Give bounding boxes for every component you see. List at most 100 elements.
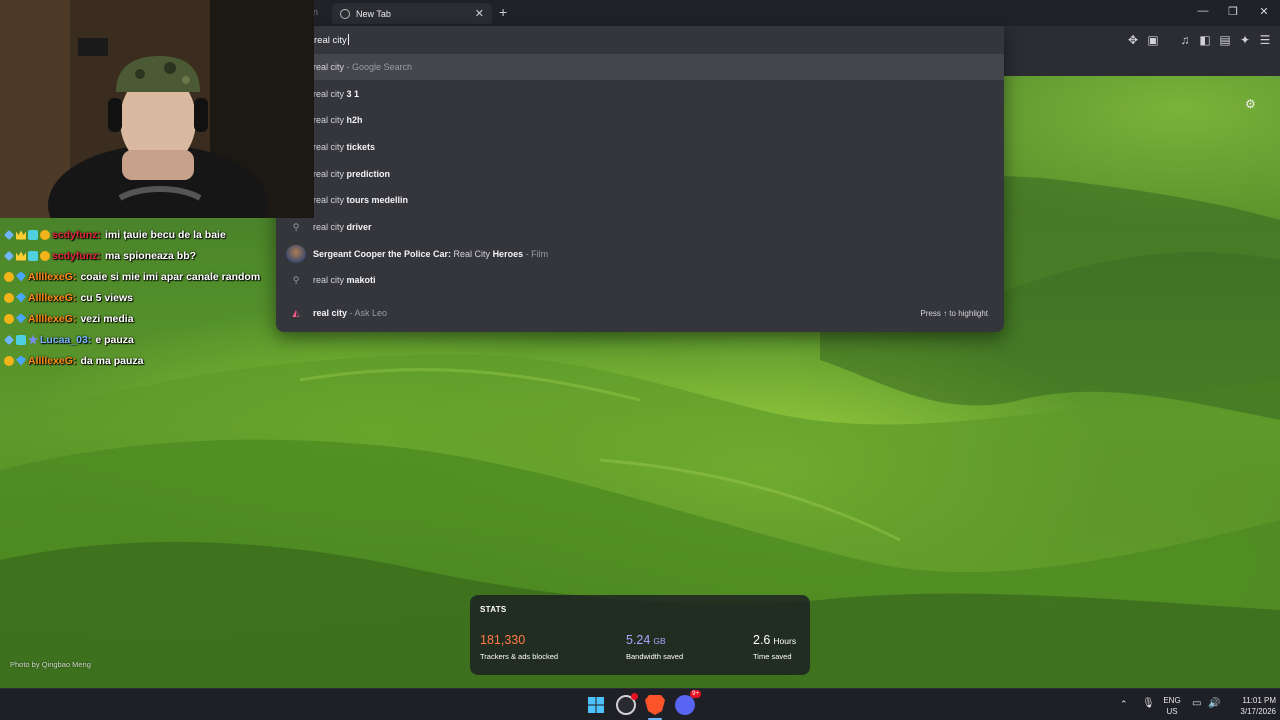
chat-message: scdyfunz: ma spioneaza bb? — [0, 245, 300, 266]
suggestion-completion: driver — [346, 222, 372, 232]
suggestion-prefix: real city — [313, 142, 347, 152]
chat-username: AllllexeG: — [28, 354, 77, 367]
entity-type: - Film — [523, 249, 549, 259]
grid-badge-icon — [16, 334, 26, 345]
windows-start-icon[interactable] — [586, 695, 606, 715]
suggestion-item[interactable]: real city tours medellin — [276, 187, 1004, 213]
leo-ai-icon[interactable]: ✦ — [1238, 33, 1252, 47]
gem-badge-icon — [16, 292, 26, 303]
chat-text: e pauza — [95, 333, 134, 346]
extensions-puzzle-icon[interactable]: ✥ — [1126, 33, 1140, 47]
brave-browser-icon[interactable] — [645, 695, 665, 715]
wallet-icon[interactable]: ▤ — [1218, 33, 1232, 47]
tab-new-tab[interactable]: New Tab ✕ — [332, 3, 492, 24]
media-music-icon[interactable]: ♫ — [1178, 33, 1192, 47]
windows-taskbar: 9+ ⌃ 🎙 ENG US ▭ 🔊 11:01 PM 3/17/2026 — [0, 688, 1280, 720]
clock-time: 11:01 PM — [1242, 696, 1276, 705]
webcam-overlay — [0, 0, 314, 218]
menu-hamburger-icon[interactable]: ☰ — [1258, 33, 1272, 47]
chat-text: vezi media — [80, 312, 134, 325]
sword-badge-icon — [4, 334, 14, 345]
suggestion-source: - Google Search — [344, 62, 413, 72]
volume-icon[interactable]: 🔊 — [1208, 698, 1220, 709]
language-indicator[interactable]: ENG US — [1160, 695, 1184, 717]
stat-time-saved: 2.6 Hours Time saved — [753, 631, 796, 661]
tab-title: New Tab — [356, 8, 391, 19]
keyboard-hint: Press ↑ to highlight — [920, 308, 988, 318]
address-bar-input[interactable]: real city — [314, 34, 349, 46]
suggestion-item[interactable]: real city tickets — [276, 134, 1004, 160]
suggestion-prefix: real city — [313, 89, 347, 99]
star-badge-icon — [28, 334, 38, 345]
network-icon[interactable]: ▭ — [1192, 698, 1201, 709]
entity-title-tail: Heroes — [492, 249, 524, 259]
coin-badge-icon — [4, 313, 14, 324]
suggestion-completion: prediction — [346, 169, 391, 179]
coin-badge-icon — [4, 271, 14, 282]
microphone-icon[interactable]: 🎙 — [1142, 698, 1155, 709]
tab-close-icon[interactable]: ✕ — [475, 7, 484, 20]
clock-date: 3/17/2026 — [1240, 707, 1276, 716]
privacy-stats-widget: STATS 181,330 Trackers & ads blocked 5.2… — [470, 595, 810, 675]
chat-message: Lucaa_03: e pauza — [0, 329, 300, 350]
obs-app-icon[interactable] — [616, 693, 638, 715]
clock[interactable]: 11:01 PM 3/17/2026 — [1224, 695, 1276, 717]
customize-gear-icon[interactable]: ⚙ — [1245, 97, 1256, 111]
stat-label: Time saved — [753, 652, 792, 661]
tray-overflow-chevron-icon[interactable]: ⌃ — [1120, 699, 1128, 710]
stat-value: 2.6 — [753, 633, 771, 647]
discord-icon[interactable]: 9+ — [675, 690, 701, 715]
stat-label: Trackers & ads blocked — [480, 652, 559, 661]
suggestion-completion: tickets — [346, 142, 376, 152]
chat-message: AllllexeG: vezi media — [0, 308, 300, 329]
screenshot-icon[interactable]: ▣ — [1146, 33, 1160, 47]
suggestion-item[interactable]: real city 3 1 — [276, 81, 1004, 107]
leo-query: real city — [313, 308, 348, 318]
chat-text: cu 5 views — [80, 291, 133, 304]
new-tab-button[interactable]: + — [499, 4, 507, 20]
stat-unit: Hours — [773, 636, 797, 646]
suggestion-item[interactable]: ⚲ real city driver — [276, 214, 1004, 240]
stat-bandwidth-saved: 5.24 GB Bandwidth saved — [626, 631, 683, 661]
chat-text: da ma pauza — [80, 354, 144, 367]
sidebar-icon[interactable]: ◧ — [1198, 33, 1212, 47]
chat-username: AllllexeG: — [28, 312, 77, 325]
stat-value: 5.24 — [626, 633, 651, 647]
chat-message: AllllexeG: cu 5 views — [0, 287, 300, 308]
crown-badge-icon — [16, 251, 26, 261]
discord-notification-badge: 9+ — [690, 690, 701, 698]
minimize-button[interactable]: — — [1193, 5, 1213, 17]
leo-label: - Ask Leo — [347, 308, 388, 318]
coin-badge-icon — [40, 229, 50, 240]
entity-title-mid: Real City — [451, 249, 493, 259]
sword-badge-icon — [4, 250, 14, 261]
suggestion-completion: tours medellin — [346, 195, 409, 205]
close-window-button[interactable]: ✕ — [1254, 5, 1274, 18]
coin-badge-icon — [4, 292, 14, 303]
suggestion-prefix: real city — [313, 115, 347, 125]
chat-username: AllllexeG: — [28, 291, 77, 304]
suggestion-item[interactable]: real city prediction — [276, 161, 1004, 187]
chat-message: AllllexeG: coaie si mie imi apar canale r… — [0, 266, 300, 287]
stat-unit: GB — [653, 636, 666, 646]
stat-value: 181,330 — [480, 633, 526, 647]
suggestion-completion: 3 1 — [346, 89, 360, 99]
photo-credit[interactable]: Photo by Qingbao Meng — [10, 660, 91, 669]
chat-username: Lucaa_03: — [40, 333, 92, 346]
omnibox-dropdown: real city real city - Google Search real… — [276, 26, 1004, 332]
stat-label: Bandwidth saved — [626, 652, 684, 661]
suggestion-item[interactable]: ⚲ real city makoti — [276, 267, 1004, 293]
gem-badge-icon — [16, 355, 26, 366]
suggestion-prefix: real city — [313, 195, 347, 205]
chat-text: coaie si mie imi apar canale random — [80, 270, 261, 283]
suggestion-item[interactable]: real city h2h — [276, 107, 1004, 133]
sword-badge-icon — [4, 229, 14, 240]
suggestion-ask-leo[interactable]: ◭ real city - Ask Leo Press ↑ to highlig… — [276, 300, 1004, 326]
coin-badge-icon — [4, 355, 14, 366]
chat-username: scdyfunz: — [52, 228, 102, 241]
suggestion-prefix: real city — [313, 169, 347, 179]
suggestion-entity-film[interactable]: Sergeant Cooper the Police Car: Real Cit… — [276, 241, 1004, 267]
new-tab-favicon-icon — [340, 8, 350, 19]
restore-button[interactable]: ❐ — [1223, 5, 1243, 18]
suggestion-google-search[interactable]: real city - Google Search — [276, 54, 1004, 80]
